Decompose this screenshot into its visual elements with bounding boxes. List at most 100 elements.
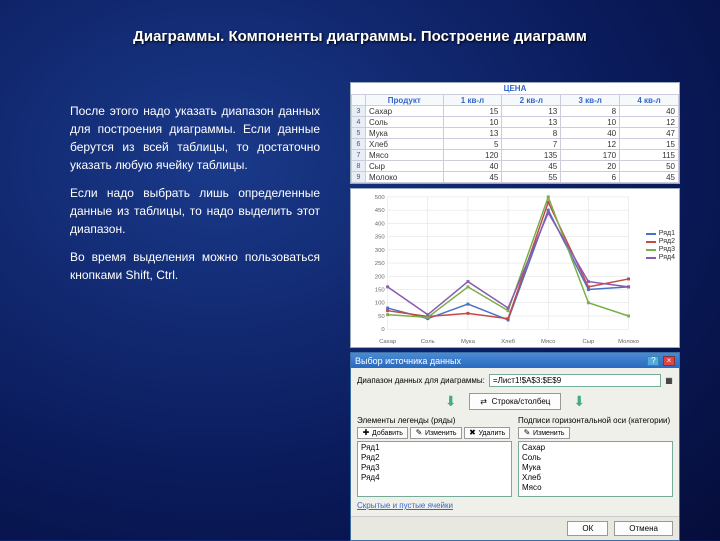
range-input[interactable]: =Лист1!$A$3:$E$9 xyxy=(489,374,661,387)
svg-text:Сахар: Сахар xyxy=(379,339,397,345)
list-item[interactable]: Ряд3 xyxy=(359,463,510,473)
list-item[interactable]: Ряд1 xyxy=(359,443,510,453)
svg-text:Хлеб: Хлеб xyxy=(501,339,516,345)
edit-button[interactable]: ✎Изменить xyxy=(410,427,462,439)
edit-label: Изменить xyxy=(425,430,457,437)
cell[interactable]: Сахар xyxy=(366,106,444,117)
add-icon: ✚ xyxy=(362,429,370,437)
cell[interactable]: 47 xyxy=(620,128,679,139)
list-item[interactable]: Мясо xyxy=(520,483,671,493)
axis-labels-header: Подписи горизонтальной оси (категории) xyxy=(518,416,673,425)
paragraph: Если надо выбрать лишь определенные данн… xyxy=(70,184,320,238)
table-row[interactable]: 4Соль10131012 xyxy=(352,117,679,128)
svg-text:150: 150 xyxy=(375,288,386,294)
slide-title: Диаграммы. Компоненты диаграммы. Построе… xyxy=(0,0,720,59)
chart: 050100150200250300350400450500СахарСольМ… xyxy=(350,188,680,348)
cell[interactable]: Сыр xyxy=(366,161,444,172)
svg-text:0: 0 xyxy=(381,327,385,333)
legend-item: Ряд1 xyxy=(646,230,675,237)
list-item[interactable]: Ряд2 xyxy=(359,453,510,463)
cell[interactable]: 10 xyxy=(443,117,502,128)
paragraph: После этого надо указать диапазон данных… xyxy=(70,102,320,174)
cancel-button[interactable]: Отмена xyxy=(614,521,673,536)
cell[interactable]: Молоко xyxy=(366,172,444,183)
svg-text:Соль: Соль xyxy=(421,339,435,345)
cell[interactable]: Мука xyxy=(366,128,444,139)
cell[interactable]: 7 xyxy=(502,139,561,150)
list-item[interactable]: Мука xyxy=(520,463,671,473)
legend-item: Ряд3 xyxy=(646,246,675,253)
cell[interactable]: 115 xyxy=(620,150,679,161)
range-picker-icon[interactable]: ▦ xyxy=(665,377,673,385)
swap-row-col-button[interactable]: ⇄ Строка/столбец xyxy=(469,393,562,410)
categories-listbox[interactable]: СахарСольМукаХлебМясо xyxy=(518,441,673,497)
svg-text:Мука: Мука xyxy=(461,339,476,345)
cell[interactable]: Соль xyxy=(366,117,444,128)
delete-label: Удалить xyxy=(479,430,506,437)
cell[interactable]: 50 xyxy=(620,161,679,172)
cell[interactable]: 120 xyxy=(443,150,502,161)
table-row[interactable]: 5Мука1384047 xyxy=(352,128,679,139)
data-source-dialog: Выбор источника данных ? × Диапазон данн… xyxy=(350,352,680,541)
cell[interactable]: Мясо xyxy=(366,150,444,161)
cell[interactable]: 13 xyxy=(502,117,561,128)
add-button[interactable]: ✚Добавить xyxy=(357,427,408,439)
table-row[interactable]: 6Хлеб571215 xyxy=(352,139,679,150)
cell[interactable]: 12 xyxy=(620,117,679,128)
cell[interactable]: 20 xyxy=(561,161,620,172)
dialog-title: Выбор источника данных xyxy=(355,356,461,366)
chart-legend: Ряд1Ряд2Ряд3Ряд4 xyxy=(646,229,675,262)
svg-text:200: 200 xyxy=(375,274,386,280)
edit-categories-button[interactable]: ✎Изменить xyxy=(518,427,570,439)
delete-icon: ✖ xyxy=(469,429,477,437)
cell[interactable]: 8 xyxy=(561,106,620,117)
table-row[interactable]: 3Сахар1513840 xyxy=(352,106,679,117)
cell[interactable]: Хлеб xyxy=(366,139,444,150)
dialog-titlebar[interactable]: Выбор источника данных ? × xyxy=(351,353,679,368)
cell[interactable]: 10 xyxy=(561,117,620,128)
paragraph: Во время выделения можно пользоваться кн… xyxy=(70,248,320,284)
cell[interactable]: 40 xyxy=(620,106,679,117)
svg-text:300: 300 xyxy=(375,248,386,254)
table-row[interactable]: 8Сыр40452050 xyxy=(352,161,679,172)
svg-text:50: 50 xyxy=(378,314,385,320)
cell[interactable]: 6 xyxy=(561,172,620,183)
list-item[interactable]: Соль xyxy=(520,453,671,463)
edit-icon: ✎ xyxy=(523,429,531,437)
col-header: 1 кв-л xyxy=(443,95,502,106)
cell[interactable]: 8 xyxy=(502,128,561,139)
cell[interactable]: 15 xyxy=(443,106,502,117)
legend-item: Ряд2 xyxy=(646,238,675,245)
window-buttons: ? × xyxy=(646,355,675,366)
svg-text:350: 350 xyxy=(375,235,386,241)
close-icon[interactable]: × xyxy=(663,356,675,366)
col-header: 2 кв-л xyxy=(502,95,561,106)
cell[interactable]: 13 xyxy=(443,128,502,139)
table-title: ЦЕНА xyxy=(351,83,679,94)
series-listbox[interactable]: Ряд1Ряд2Ряд3Ряд4 xyxy=(357,441,512,497)
list-item[interactable]: Ряд4 xyxy=(359,473,510,483)
cell[interactable]: 12 xyxy=(561,139,620,150)
cell[interactable]: 45 xyxy=(502,161,561,172)
hidden-cells-link[interactable]: Скрытые и пустые ячейки xyxy=(357,501,673,510)
col-header: 3 кв-л xyxy=(561,95,620,106)
cell[interactable]: 135 xyxy=(502,150,561,161)
cell[interactable]: 15 xyxy=(620,139,679,150)
cell[interactable]: 13 xyxy=(502,106,561,117)
list-item[interactable]: Сахар xyxy=(520,443,671,453)
help-icon[interactable]: ? xyxy=(647,356,659,366)
table-row[interactable]: 7Мясо120135170115 xyxy=(352,150,679,161)
cell[interactable]: 40 xyxy=(443,161,502,172)
cell[interactable]: 55 xyxy=(502,172,561,183)
cell[interactable]: 40 xyxy=(561,128,620,139)
cell[interactable]: 170 xyxy=(561,150,620,161)
cell[interactable]: 45 xyxy=(443,172,502,183)
ok-button[interactable]: ОК xyxy=(567,521,608,536)
cell[interactable]: 45 xyxy=(620,172,679,183)
legend-item: Ряд4 xyxy=(646,254,675,261)
table-row[interactable]: 9Молоко4555645 xyxy=(352,172,679,183)
swap-icon: ⇄ xyxy=(480,398,488,406)
list-item[interactable]: Хлеб xyxy=(520,473,671,483)
cell[interactable]: 5 xyxy=(443,139,502,150)
delete-button[interactable]: ✖Удалить xyxy=(464,427,511,439)
